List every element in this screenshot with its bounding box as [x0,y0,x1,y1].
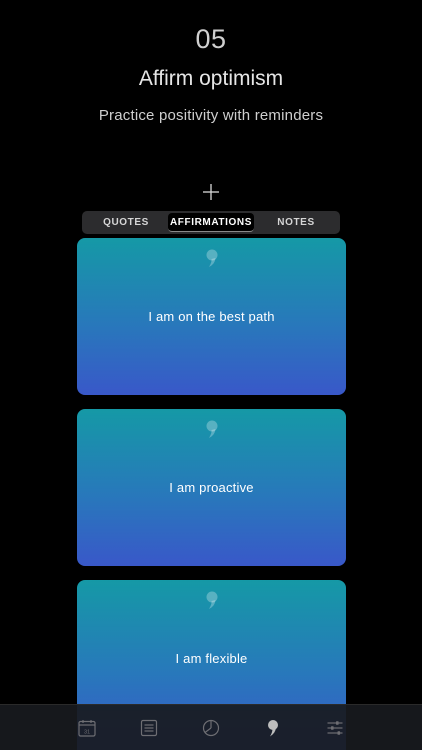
affirmation-text: I am on the best path [148,309,275,324]
sliders-icon [325,718,345,738]
tab-notes[interactable]: NOTES [254,213,338,232]
affirmation-card[interactable]: I am proactive [77,409,346,566]
segmented-tabs: QUOTES AFFIRMATIONS NOTES [82,211,340,234]
page-subtitle: Practice positivity with reminders [98,107,324,124]
plus-icon [199,180,223,204]
add-button[interactable] [199,180,223,204]
tabbar-stats[interactable] [197,714,225,742]
tab-affirmations[interactable]: AFFIRMATIONS [168,213,254,232]
calendar-icon: 31 [77,718,97,738]
tab-quotes[interactable]: QUOTES [84,213,168,232]
tabbar-settings[interactable] [321,714,349,742]
step-number: 05 [195,24,227,54]
tabbar-quotes[interactable] [259,714,287,742]
calendar-day: 31 [84,729,90,735]
quote-icon [266,718,280,738]
affirmation-text: I am proactive [169,480,254,495]
pie-chart-icon [201,718,221,738]
list-icon [139,718,159,738]
affirmation-card[interactable]: I am on the best path [77,238,346,395]
tabbar-calendar[interactable]: 31 [73,714,101,742]
page-title: Affirm optimism [138,67,284,90]
bottom-tab-bar: 31 [0,704,422,750]
tabbar-list[interactable] [135,714,163,742]
